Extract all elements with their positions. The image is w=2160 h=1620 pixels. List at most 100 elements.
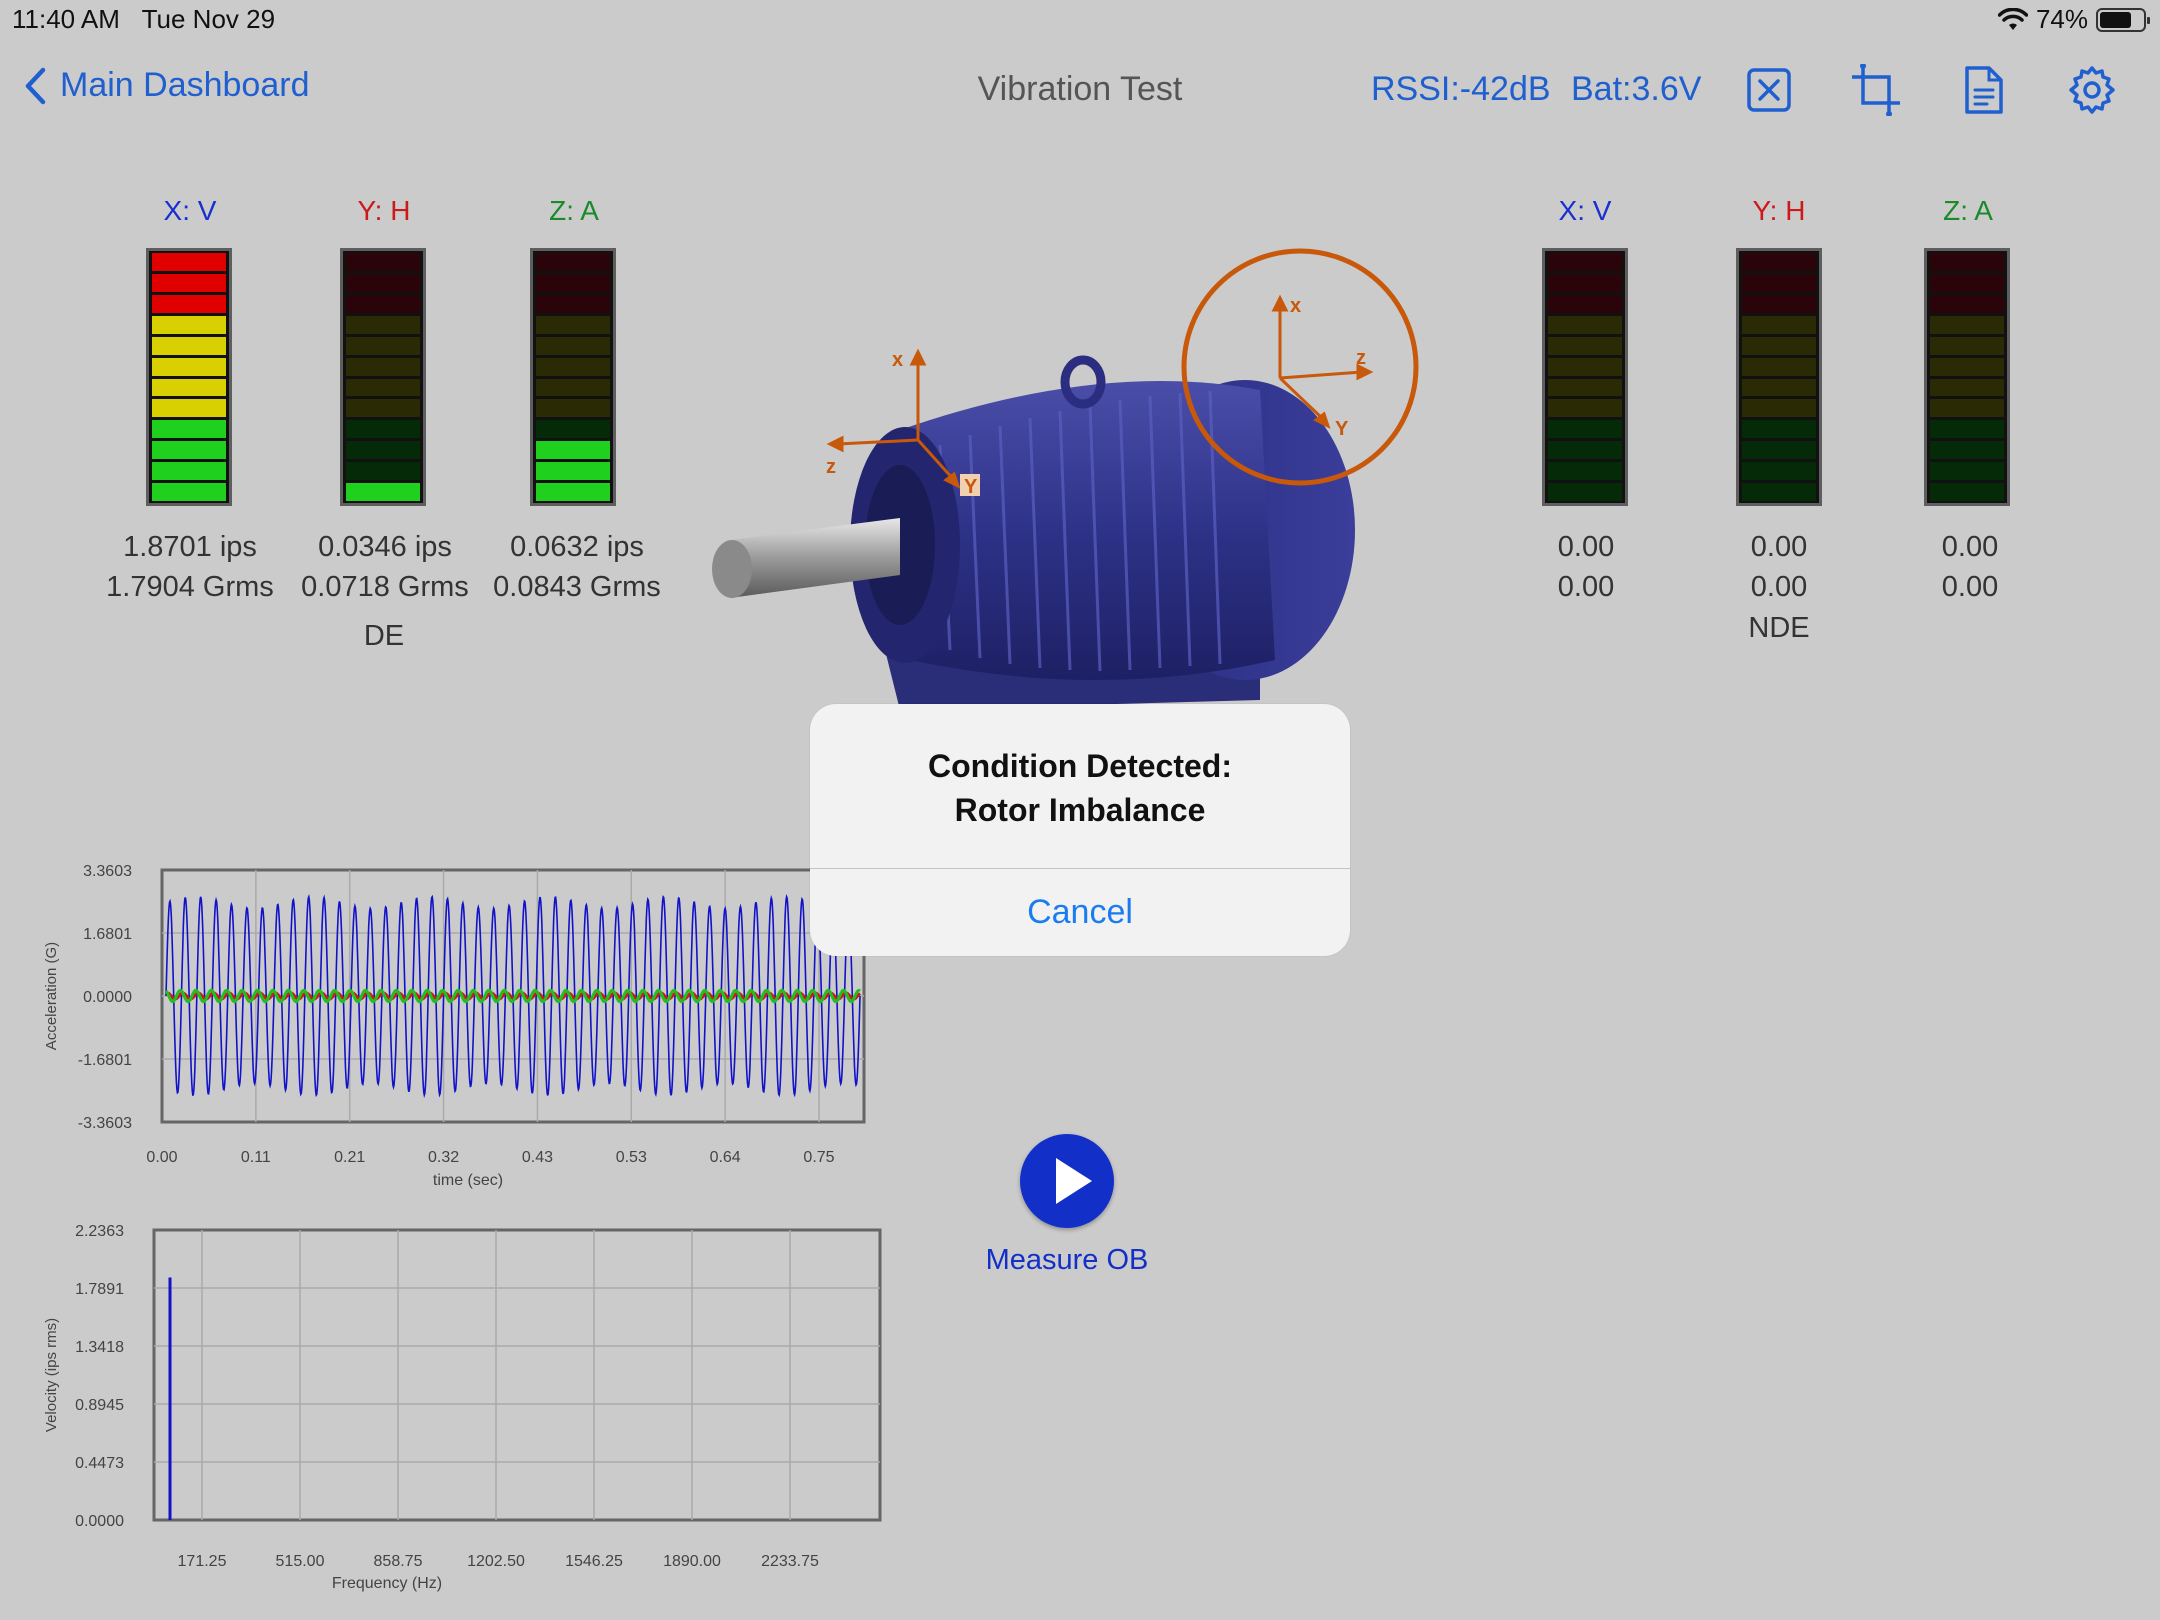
meter-segment bbox=[536, 336, 610, 355]
nde-z-grms: 0.00 bbox=[1941, 571, 1999, 603]
accel-x-tick-label: 0.64 bbox=[710, 1149, 741, 1166]
meter-segment bbox=[1548, 483, 1622, 502]
accel-y-tick-label: -1.6801 bbox=[78, 1052, 132, 1069]
nde-y-grms: 0.00 bbox=[1750, 571, 1808, 603]
nde-z-readings: 0.00 0.00 bbox=[1870, 527, 2070, 607]
meter-segment bbox=[346, 273, 420, 292]
meter-segment bbox=[1930, 462, 2004, 481]
velocity-y-tick-label: 0.4473 bbox=[75, 1455, 124, 1472]
meter-segment bbox=[1548, 420, 1622, 439]
meter-segment bbox=[346, 462, 420, 481]
accel-x-tick-label: 0.32 bbox=[428, 1149, 459, 1166]
meter-segment bbox=[346, 420, 420, 439]
nav-title-row: Vibration Test bbox=[0, 70, 2160, 109]
de-y-level-meter bbox=[340, 248, 426, 506]
de-x-level-meter bbox=[146, 248, 232, 506]
acceleration-chart: 0.00 0.11 0.21 0.32 0.43 0.53 0.64 0.75 3.3603 1.… bbox=[43, 863, 866, 1189]
accel-y-tick-label: 3.3603 bbox=[83, 863, 132, 880]
meter-segment bbox=[346, 483, 420, 502]
meter-segment bbox=[346, 294, 420, 313]
clock: 11:40 AM bbox=[12, 4, 120, 34]
meter-segment bbox=[536, 294, 610, 313]
accel-x-tick-label: 0.75 bbox=[803, 1149, 834, 1166]
meter-segment bbox=[1742, 336, 1816, 355]
alert-title-line1: Condition Detected: bbox=[928, 748, 1232, 784]
de-y-grms: 0.0718 Grms bbox=[301, 571, 469, 603]
accel-y-tick-label: 0.0000 bbox=[83, 989, 132, 1006]
meter-segment bbox=[1548, 273, 1622, 292]
accel-x-tick-label: 0.53 bbox=[616, 1149, 647, 1166]
meter-segment bbox=[1930, 420, 2004, 439]
meter-segment bbox=[152, 357, 226, 376]
de-z-ips: 0.0632 ips bbox=[510, 531, 644, 563]
velocity-y-axis-label: Velocity (ips rms) bbox=[43, 1318, 60, 1432]
velocity-x-axis-label: Frequency (Hz) bbox=[332, 1575, 442, 1592]
meter-segment bbox=[1548, 294, 1622, 313]
meter-segment bbox=[536, 420, 610, 439]
battery-percent: 74% bbox=[2035, 4, 2088, 34]
nde-x-grms: 0.00 bbox=[1557, 571, 1615, 603]
nde-z-axis-label: Z: A bbox=[1943, 195, 1993, 226]
measure-ob-label[interactable]: Measure OB bbox=[960, 1244, 1174, 1277]
gear-icon[interactable] bbox=[2066, 64, 2118, 116]
status-indicators: 74% bbox=[1997, 4, 2150, 35]
meter-segment bbox=[346, 315, 420, 334]
condition-alert-dialog: Condition Detected: Rotor Imbalance Canc… bbox=[810, 704, 1350, 956]
meter-segment bbox=[536, 483, 610, 502]
document-icon[interactable] bbox=[1957, 64, 2009, 116]
de-location-label: DE bbox=[363, 620, 405, 652]
meter-segment bbox=[536, 378, 610, 397]
de-y-ips: 0.0346 ips bbox=[318, 531, 452, 563]
meter-segment bbox=[1930, 336, 2004, 355]
meter-segment bbox=[536, 253, 610, 271]
motor-illustration: x z Y x z Y bbox=[712, 248, 1419, 710]
back-button[interactable]: Main Dashboard bbox=[24, 66, 309, 105]
close-box-icon[interactable] bbox=[1743, 64, 1795, 116]
de-x-ips: 1.8701 ips bbox=[123, 531, 257, 563]
velocity-y-tick-label: 1.7891 bbox=[75, 1281, 124, 1298]
meter-segment bbox=[1548, 441, 1622, 460]
meter-segment bbox=[1742, 357, 1816, 376]
chevron-left-icon bbox=[25, 67, 46, 104]
nde-z-ips: 0.00 bbox=[1941, 531, 1999, 563]
meter-segment bbox=[152, 294, 226, 313]
measure-play-button[interactable] bbox=[1020, 1134, 1114, 1228]
meter-segment bbox=[1742, 315, 1816, 334]
wifi-icon bbox=[1997, 7, 2028, 30]
alert-cancel-button[interactable]: Cancel bbox=[810, 869, 1350, 956]
nde-axis-y-label: Y bbox=[1335, 418, 1349, 440]
velocity-y-tick-label: 0.0000 bbox=[75, 1513, 124, 1530]
accel-y-tick-label: -3.3603 bbox=[78, 1115, 132, 1132]
meter-segment bbox=[346, 441, 420, 460]
meter-segment bbox=[1742, 294, 1816, 313]
meter-segment bbox=[152, 315, 226, 334]
meter-segment bbox=[346, 336, 420, 355]
velocity-y-tick-label: 1.3418 bbox=[75, 1339, 124, 1356]
de-axis-x-label: x bbox=[892, 349, 903, 371]
meter-segment bbox=[152, 378, 226, 397]
nde-axis-x-label: x bbox=[1290, 295, 1301, 317]
meter-segment bbox=[1930, 315, 2004, 334]
meter-segment bbox=[1742, 273, 1816, 292]
crop-icon[interactable] bbox=[1850, 64, 1902, 116]
meter-segment bbox=[1548, 378, 1622, 397]
meter-segment bbox=[1930, 357, 2004, 376]
velocity-x-tick-label: 1890.00 bbox=[663, 1553, 721, 1570]
de-x-axis-label: X: V bbox=[163, 195, 217, 226]
nde-x-axis-label: X: V bbox=[1558, 195, 1612, 226]
meter-segment bbox=[152, 336, 226, 355]
meter-segment bbox=[1742, 253, 1816, 271]
meter-segment bbox=[1548, 357, 1622, 376]
rssi-indicator: RSSI:-42dB bbox=[1371, 70, 1551, 108]
velocity-plot-area bbox=[152, 1228, 882, 1522]
accel-y-tick-label: 1.6801 bbox=[83, 926, 132, 943]
de-x-grms: 1.7904 Grms bbox=[106, 571, 274, 603]
nde-y-axis-label: Y: H bbox=[1752, 195, 1806, 226]
date: Tue Nov 29 bbox=[141, 4, 276, 34]
nde-axis-z-label: z bbox=[1356, 347, 1366, 369]
meter-segment bbox=[1742, 441, 1816, 460]
velocity-y-tick-label: 2.2363 bbox=[75, 1223, 124, 1240]
meter-segment bbox=[1742, 420, 1816, 439]
meter-segment bbox=[346, 253, 420, 271]
accel-x-tick-label: 0.00 bbox=[146, 1149, 177, 1166]
